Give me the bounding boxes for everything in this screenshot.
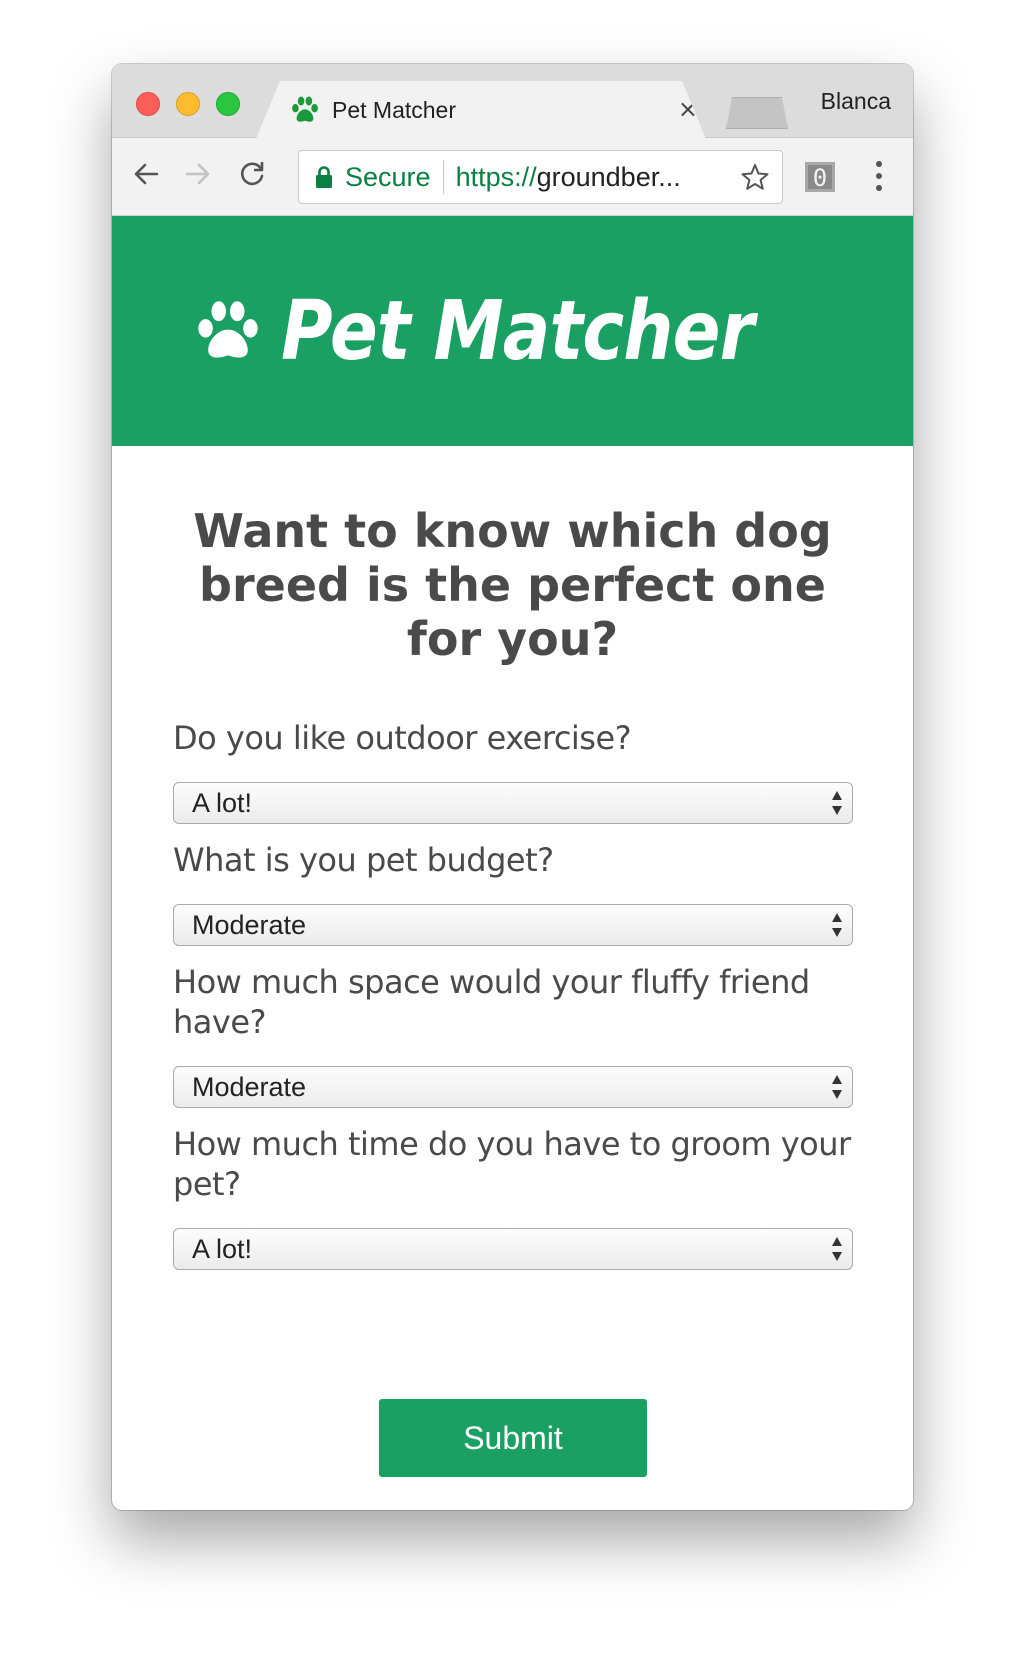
brand-name: Pet Matcher [280, 283, 754, 379]
select-value: A lot! [192, 1233, 253, 1264]
title-bar: Pet Matcher × Blanca [112, 64, 913, 139]
outdoor-exercise-select[interactable]: A lot! [173, 782, 853, 824]
address-bar[interactable]: Secure https://groundber... [298, 150, 783, 204]
budget-select[interactable]: Moderate [173, 904, 853, 946]
site-header: Pet Matcher [112, 216, 913, 446]
url-text[interactable]: https://groundber... [456, 162, 726, 193]
forward-arrow-icon[interactable] [178, 152, 218, 196]
question-budget-label: What is you pet budget? [173, 841, 554, 879]
reload-icon[interactable] [232, 152, 272, 196]
select-value: Moderate [192, 1071, 307, 1102]
select-arrows-icon [832, 913, 842, 937]
main-content: Want to know which dog breed is the perf… [112, 446, 913, 1510]
extension-badge: 0 [813, 164, 827, 192]
new-tab-button[interactable] [726, 97, 788, 129]
paw-icon [195, 298, 261, 364]
back-arrow-icon[interactable] [126, 152, 166, 196]
select-value: Moderate [192, 909, 307, 940]
browser-window: Pet Matcher × Blanca Secure https://grou… [112, 64, 913, 1510]
star-icon[interactable] [738, 160, 772, 194]
lock-icon [313, 164, 335, 190]
tab-pet-matcher[interactable]: Pet Matcher × [256, 81, 706, 139]
url-scheme: https:// [455, 161, 537, 192]
paw-icon [288, 93, 322, 127]
grooming-select[interactable]: A lot! [173, 1228, 853, 1270]
question-grooming-label: How much time do you have to groom your … [173, 1125, 851, 1203]
close-window-button[interactable] [136, 92, 160, 116]
select-value: A lot! [192, 787, 253, 818]
submit-button[interactable]: Submit [379, 1399, 647, 1477]
page-headline: Want to know which dog breed is the perf… [193, 504, 832, 666]
extension-icon[interactable]: 0 [804, 161, 836, 193]
brand-logo[interactable]: Pet Matcher [195, 284, 830, 379]
space-select[interactable]: Moderate [173, 1066, 853, 1108]
minimize-window-button[interactable] [176, 92, 200, 116]
select-arrows-icon [832, 1075, 842, 1099]
secure-label: Secure [345, 161, 431, 192]
close-tab-icon[interactable]: × [678, 95, 698, 123]
tab-title: Pet Matcher [332, 96, 456, 123]
select-arrows-icon [832, 1237, 842, 1261]
profile-name[interactable]: Blanca [821, 88, 891, 115]
browser-toolbar: Secure https://groundber... 0 [112, 138, 913, 216]
omnibox-divider [442, 160, 444, 194]
question-space-label: How much space would your fluffy friend … [173, 963, 810, 1041]
zoom-window-button[interactable] [216, 92, 240, 116]
kebab-menu-icon[interactable] [864, 154, 894, 198]
url-host: groundber... [536, 161, 681, 192]
select-arrows-icon [832, 791, 842, 815]
question-outdoor-exercise-label: Do you like outdoor exercise? [173, 719, 632, 757]
